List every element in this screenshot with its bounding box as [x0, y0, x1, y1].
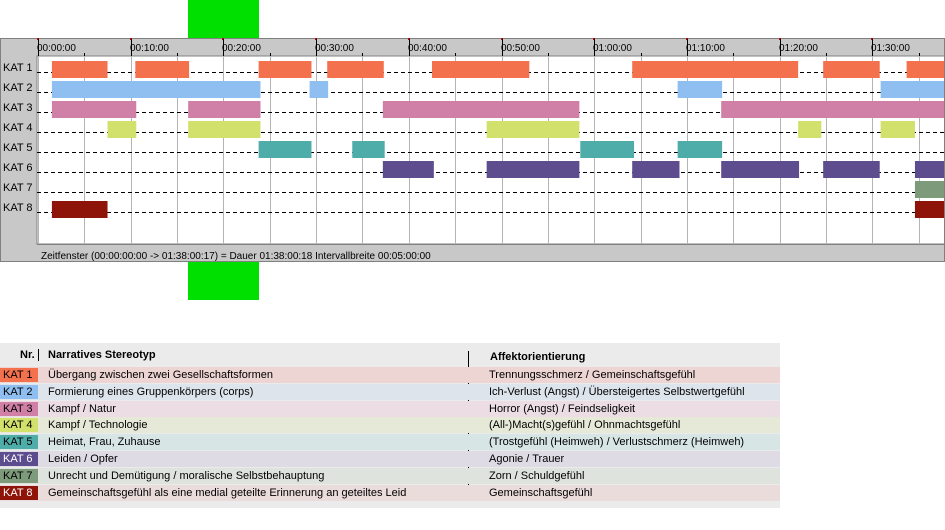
- segment-bar: [258, 61, 312, 78]
- segment-bar: [309, 81, 329, 98]
- legend-stereotype: Übergang zwischen zwei Gesellschaftsform…: [48, 369, 273, 381]
- segment-bar: [352, 141, 385, 158]
- segment-bar: [382, 101, 580, 118]
- legend-swatch: KAT 5: [0, 435, 38, 450]
- segment-bar: [632, 61, 799, 78]
- tick-label: 00:50:00: [501, 43, 540, 54]
- segment-bar: [906, 61, 944, 78]
- segment-bar: [431, 61, 530, 78]
- legend-affect: Ich-Verlust (Angst) / Übersteigertes Sel…: [489, 385, 745, 398]
- legend-row: KAT 5 Heimat, Frau, Zuhause (Trostgefühl (…: [0, 434, 780, 451]
- tick-label: 01:00:00: [593, 43, 632, 54]
- legend-stereotype: Kampf / Technologie: [48, 419, 148, 432]
- legend-header-divider: [38, 349, 39, 361]
- row-label: KAT 3: [3, 102, 33, 114]
- row-label: KAT 4: [3, 122, 33, 134]
- segment-bar: [880, 81, 944, 98]
- segment-bar: [51, 201, 108, 218]
- segment-bar: [51, 81, 261, 98]
- legend-swatch: KAT 7: [0, 468, 38, 483]
- legend-affect: (All-)Macht(s)gefühl / Ohnmachtsgefühl: [489, 419, 681, 432]
- legend-stereotype: Kampf / Natur: [48, 402, 116, 415]
- legend-row: KAT 2 Formierung eines Gruppenkörpers (co…: [0, 383, 780, 400]
- tick-label: 01:20:00: [779, 43, 818, 54]
- segment-bar: [486, 161, 580, 178]
- segment-bar: [188, 101, 261, 118]
- legend-swatch: KAT 6: [0, 452, 38, 466]
- legend-row: KAT 1 Übergang zwischen zwei Gesellschaft…: [0, 367, 780, 383]
- legend-swatch: KAT 4: [0, 418, 38, 433]
- legend-header-stereotype: Narratives Stereotyp: [48, 349, 156, 361]
- tick-label: 00:10:00: [130, 43, 169, 54]
- legend-affect: Horror (Angst) / Feindseligkeit: [489, 402, 636, 415]
- segment-bar: [382, 161, 434, 178]
- legend-stereotype: Leiden / Opfer: [48, 453, 118, 465]
- legend-affect: Trennungsschmerz / Gemeinschaftsgefühl: [489, 369, 696, 381]
- legend-stereotype: Unrecht und Demütigung / moralische Selb…: [48, 469, 325, 482]
- segment-bar: [580, 141, 635, 158]
- segment-bar: [914, 181, 944, 198]
- legend-row-band: [0, 400, 780, 417]
- segment-bar: [632, 161, 680, 178]
- legend-row: KAT 3 Kampf / Natur Horror (Angst) / Feind…: [0, 400, 780, 417]
- legend-affect: Gemeinschaftsgefühl: [489, 486, 593, 499]
- playhead-marker-top[interactable]: [188, 0, 259, 38]
- segment-bar: [880, 121, 915, 138]
- legend-swatch: KAT 8: [0, 485, 38, 500]
- legend-stereotype: Gemeinschaftsgefühl als eine medial gete…: [48, 486, 407, 499]
- legend-swatch: KAT 1: [0, 368, 38, 382]
- tick-label: 00:40:00: [408, 43, 447, 54]
- segment-bar: [721, 161, 800, 178]
- legend-stereotype: Formierung eines Gruppenkörpers (corps): [48, 385, 254, 398]
- segment-bar: [188, 121, 261, 138]
- segment-bar: [914, 161, 944, 178]
- legend-stereotype: Heimat, Frau, Zuhause: [48, 436, 161, 449]
- segment-bar: [798, 121, 822, 138]
- segment-bar: [823, 61, 880, 78]
- segment-bar: [258, 141, 312, 158]
- row-label: KAT 8: [3, 202, 33, 214]
- row-label: KAT 7: [3, 182, 33, 194]
- segment-bar: [823, 161, 880, 178]
- segment-bar: [914, 201, 944, 218]
- segment-bar: [51, 101, 137, 118]
- tick-label: 01:30:00: [871, 43, 910, 54]
- tick-label: 00:20:00: [222, 43, 261, 54]
- tick-label: 00:00:00: [37, 43, 76, 54]
- segment-bar: [135, 61, 190, 78]
- category-legend-table: Nr. Narratives Stereotyp Affektorientier…: [0, 343, 780, 508]
- legend-header-nr: Nr.: [20, 349, 35, 361]
- legend-row: KAT 7 Unrecht und Demütigung / moralische…: [0, 467, 780, 484]
- timeline-chart: 00:00:00 00:10:00 00:20:00 00:30:00 00:40:00…: [0, 0, 945, 300]
- tick-label: 00:30:00: [315, 43, 354, 54]
- segment-bar: [677, 141, 723, 158]
- legend-row: KAT 8 Gemeinschaftsgefühl als eine medial…: [0, 484, 780, 501]
- row-label: KAT 2: [3, 82, 33, 94]
- legend-affect: (Trostgefühl (Heimweh) / Verlustschmerz …: [489, 436, 745, 449]
- legend-row: KAT 6 Leiden / Opfer Agonie / Trauer: [0, 451, 780, 467]
- row-label: KAT 1: [3, 62, 33, 74]
- segment-bar: [107, 121, 137, 138]
- segment-bar: [327, 61, 384, 78]
- segment-bar: [51, 61, 108, 78]
- segment-bar: [677, 81, 723, 98]
- tick-label: 01:10:00: [686, 43, 725, 54]
- segment-bar: [721, 101, 944, 118]
- playhead-marker-bottom[interactable]: [188, 262, 259, 300]
- legend-swatch: KAT 2: [0, 384, 38, 399]
- row-label: KAT 6: [3, 162, 33, 174]
- status-text: Zeitfenster (00:00:00:00 -> 01:38:00:17)…: [41, 251, 431, 262]
- segment-bar: [486, 121, 580, 138]
- legend-row: KAT 4 Kampf / Technologie (All-)Macht(s)ge…: [0, 417, 780, 434]
- row-label: KAT 5: [3, 142, 33, 154]
- legend-affect: Agonie / Trauer: [489, 453, 565, 465]
- legend-swatch: KAT 3: [0, 401, 38, 416]
- legend-affect: Zorn / Schuldgefühl: [489, 469, 585, 482]
- legend-header-affect: Affektorientierung: [490, 351, 586, 363]
